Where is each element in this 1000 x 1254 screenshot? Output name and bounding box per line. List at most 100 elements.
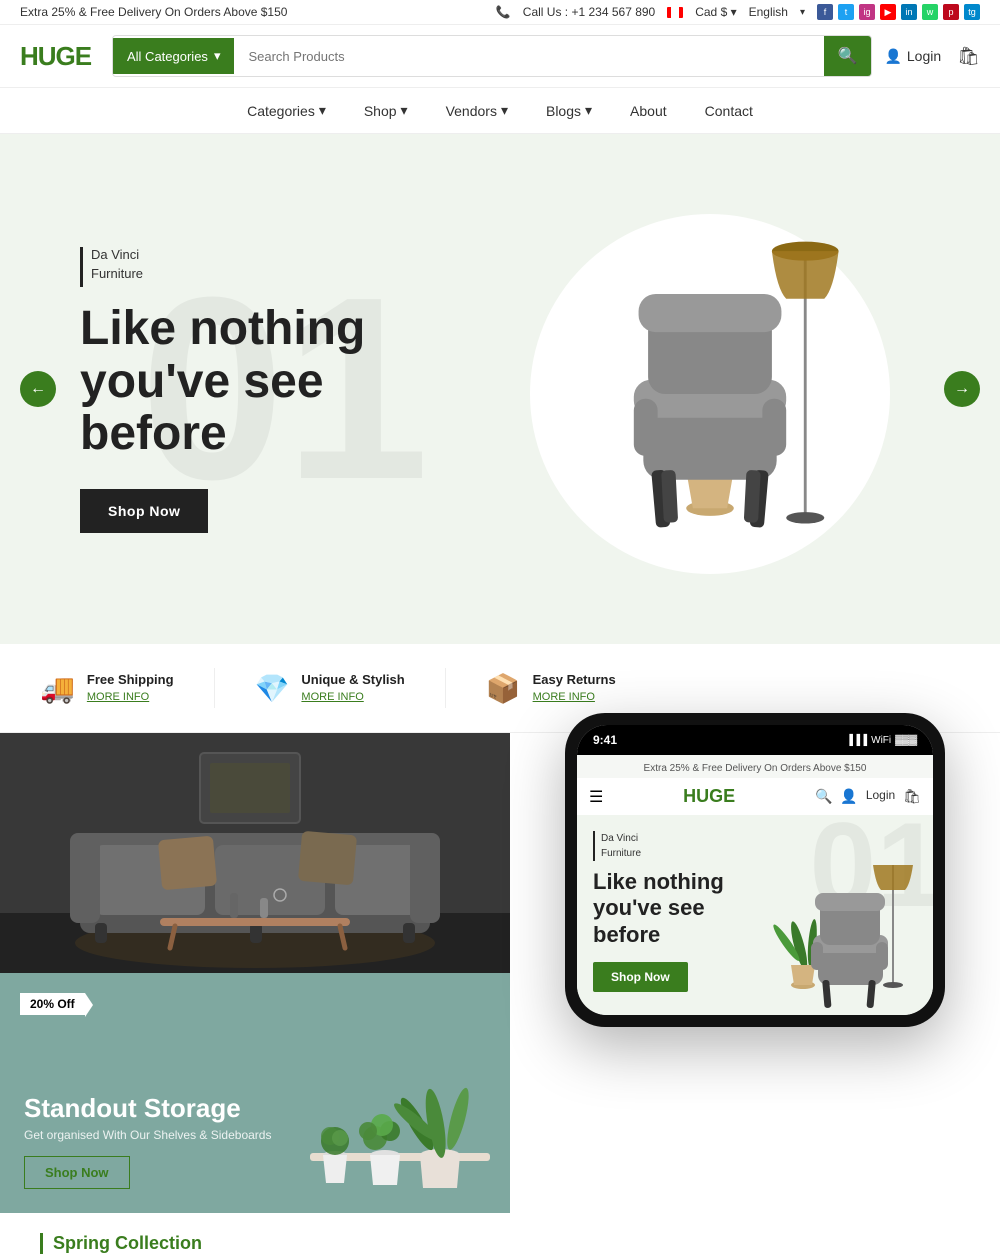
sofa-svg <box>0 733 510 973</box>
feature-shipping-text: Free Shipping MORE INFO <box>87 672 174 705</box>
search-button[interactable]: 🔍 <box>824 36 872 76</box>
left-products: 20% Off Standout Storage Get organised W… <box>0 733 510 1213</box>
phone-cart-icon[interactable]: 🛍 <box>903 788 921 805</box>
battery-icon: ▓▓▓ <box>895 735 917 746</box>
hero-next-button[interactable]: → <box>944 371 980 407</box>
phone-screen: 9:41 ▐▐▐ WiFi ▓▓▓ Extra 25% & Free Deliv… <box>577 725 933 1015</box>
currency-label[interactable]: Cad $ ▾ <box>695 5 736 19</box>
phone-login-label[interactable]: Login <box>866 788 895 805</box>
cart-icon[interactable]: 🛍 <box>957 46 980 67</box>
facebook-icon[interactable]: f <box>817 4 833 20</box>
phone-user-icon[interactable]: 👤 <box>840 788 857 805</box>
diamond-icon: 💎 <box>255 672 290 705</box>
nav-blogs-label: Blogs <box>546 103 581 119</box>
search-bar: All Categories ▾ 🔍 <box>112 35 872 77</box>
phone-number: Call Us : +1 234 567 890 <box>523 5 655 19</box>
telegram-icon[interactable]: tg <box>964 4 980 20</box>
chair-illustration <box>540 194 880 594</box>
instagram-icon[interactable]: ig <box>859 4 875 20</box>
youtube-icon[interactable]: ▶ <box>880 4 896 20</box>
feature-returns-title: Easy Returns <box>533 672 616 687</box>
feature-returns-text: Easy Returns MORE INFO <box>533 672 616 705</box>
promo-title: Standout Storage <box>24 1093 271 1124</box>
phone-notch <box>705 725 805 751</box>
top-bar-right: 📞 Call Us : +1 234 567 890 Cad $ ▾ Engli… <box>496 4 980 20</box>
nav-vendors[interactable]: Vendors ▾ <box>442 88 512 133</box>
promo-subtitle: Get organised With Our Shelves & Sideboa… <box>24 1128 271 1142</box>
feature-divider-1 <box>214 668 215 708</box>
phone-header: ☰ HUGE 🔍 👤 Login 🛍 <box>577 778 933 815</box>
phone-promo-bar: Extra 25% & Free Delivery On Orders Abov… <box>577 755 933 778</box>
search-input[interactable] <box>234 39 823 74</box>
phone-hero-section: 01 Da Vinci Furniture Like nothing you'v… <box>577 815 933 1015</box>
hero-brand-text: Da Vinci Furniture <box>91 245 143 284</box>
plants-decoration <box>310 993 490 1213</box>
phone-status-icons: ▐▐▐ WiFi ▓▓▓ <box>846 735 917 746</box>
login-label: Login <box>907 48 941 64</box>
phone-brand-text: Da Vinci Furniture <box>601 831 641 861</box>
phone-logo[interactable]: HUGE <box>683 786 735 807</box>
nav-about[interactable]: About <box>626 89 671 133</box>
whatsapp-icon[interactable]: w <box>922 4 938 20</box>
chevron-icon: ▾ <box>401 102 408 119</box>
nav-categories[interactable]: Categories ▾ <box>243 88 330 133</box>
linkedin-icon[interactable]: in <box>901 4 917 20</box>
pinterest-icon[interactable]: p <box>943 4 959 20</box>
feature-returns-link[interactable]: MORE INFO <box>533 691 595 703</box>
hero-shop-button[interactable]: Shop Now <box>80 489 208 533</box>
feature-shipping-title: Free Shipping <box>87 672 174 687</box>
brand-bar <box>80 247 83 287</box>
sofa-image <box>0 733 510 973</box>
chevron-icon: ▾ <box>319 102 326 119</box>
nav-blogs[interactable]: Blogs ▾ <box>542 88 596 133</box>
plants-svg <box>310 993 490 1213</box>
login-button[interactable]: 👤 Login <box>884 48 941 65</box>
sofa-product-card <box>0 733 510 973</box>
nav-shop[interactable]: Shop ▾ <box>360 88 412 133</box>
header: HUGE All Categories ▾ 🔍 👤 Login 🛍 <box>0 25 1000 88</box>
discount-text: 20% Off <box>30 997 75 1011</box>
phone-mockup: 9:41 ▐▐▐ WiFi ▓▓▓ Extra 25% & Free Deliv… <box>565 713 945 1027</box>
hero-content: Da Vinci Furniture Like nothing you've s… <box>0 245 540 533</box>
feature-divider-2 <box>445 668 446 708</box>
feature-shipping-link[interactable]: MORE INFO <box>87 691 149 703</box>
nav-contact[interactable]: Contact <box>701 89 757 133</box>
phone-search-icon[interactable]: 🔍 <box>815 788 832 805</box>
phone-chair-svg <box>773 855 923 1015</box>
chevron-down-icon: ▾ <box>214 48 221 64</box>
feature-free-shipping: 🚚 Free Shipping MORE INFO <box>40 672 174 705</box>
hero-prev-button[interactable]: ← <box>20 371 56 407</box>
nav-about-label: About <box>630 103 667 119</box>
category-dropdown[interactable]: All Categories ▾ <box>113 38 234 74</box>
logo[interactable]: HUGE <box>20 41 100 72</box>
main-content: 20% Off Standout Storage Get organised W… <box>0 733 1000 1213</box>
feature-stylish-link[interactable]: MORE INFO <box>301 691 363 703</box>
hero-brand: Da Vinci Furniture <box>80 245 460 287</box>
phone-time: 9:41 <box>593 733 617 747</box>
return-icon: 📦 <box>486 672 521 705</box>
language-selector[interactable]: English <box>749 5 788 19</box>
flag-icon <box>667 7 683 18</box>
spring-collection-title: Spring Collection <box>40 1233 960 1254</box>
nav-vendors-label: Vendors <box>446 103 497 119</box>
truck-icon: 🚚 <box>40 672 75 705</box>
hero-section: ← 01 Da Vinci Furniture Like nothing you… <box>0 134 1000 644</box>
phone-chair-image <box>773 855 923 1015</box>
brand-line2: Furniture <box>91 264 143 284</box>
brand-line1: Da Vinci <box>91 245 143 265</box>
feature-stylish-text: Unique & Stylish MORE INFO <box>301 672 404 705</box>
phone-promo-text: Extra 25% & Free Delivery On Orders Abov… <box>644 763 867 774</box>
main-nav: Categories ▾ Shop ▾ Vendors ▾ Blogs ▾ Ab… <box>0 88 1000 134</box>
promo-content: Standout Storage Get organised With Our … <box>24 1093 271 1189</box>
feature-stylish-title: Unique & Stylish <box>301 672 404 687</box>
feature-returns: 📦 Easy Returns MORE INFO <box>486 672 616 705</box>
promo-shop-button[interactable]: Shop Now <box>24 1156 130 1189</box>
social-icons: f t ig ▶ in w p tg <box>817 4 980 20</box>
hero-headline: Like nothing you've see before <box>80 303 460 461</box>
phone-hamburger-icon[interactable]: ☰ <box>589 787 603 807</box>
phone-shop-button[interactable]: Shop Now <box>593 962 688 992</box>
twitter-icon[interactable]: t <box>838 4 854 20</box>
feature-unique-stylish: 💎 Unique & Stylish MORE INFO <box>255 672 405 705</box>
discount-badge: 20% Off <box>20 993 85 1015</box>
nav-shop-label: Shop <box>364 103 397 119</box>
